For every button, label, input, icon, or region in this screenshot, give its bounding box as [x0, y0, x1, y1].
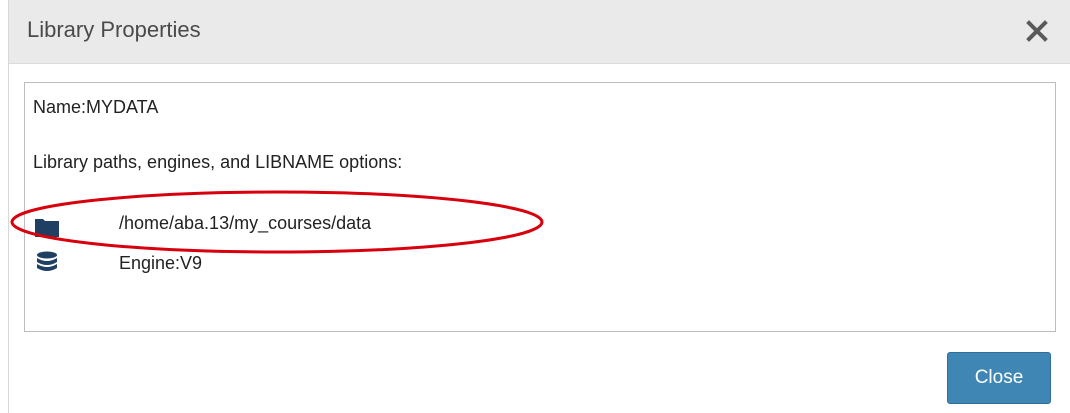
- dialog-titlebar: Library Properties: [9, 0, 1070, 64]
- paths-label: Library paths, engines, and LIBNAME opti…: [33, 152, 403, 172]
- properties-panel: Name:MYDATA Library paths, engines, and …: [10, 82, 1056, 332]
- library-path: /home/aba.13/my_courses/data: [119, 213, 372, 233]
- folder-icon: [35, 219, 59, 237]
- close-x-icon[interactable]: [1024, 18, 1050, 44]
- close-button[interactable]: Close: [947, 352, 1051, 404]
- library-properties-dialog: Library Properties Name:MYDATA Library p…: [8, 0, 1070, 413]
- library-name: Name:MYDATA: [33, 97, 159, 117]
- library-engine: Engine:V9: [119, 253, 203, 273]
- database-icon: [37, 251, 57, 271]
- dialog-title: Library Properties: [27, 17, 201, 42]
